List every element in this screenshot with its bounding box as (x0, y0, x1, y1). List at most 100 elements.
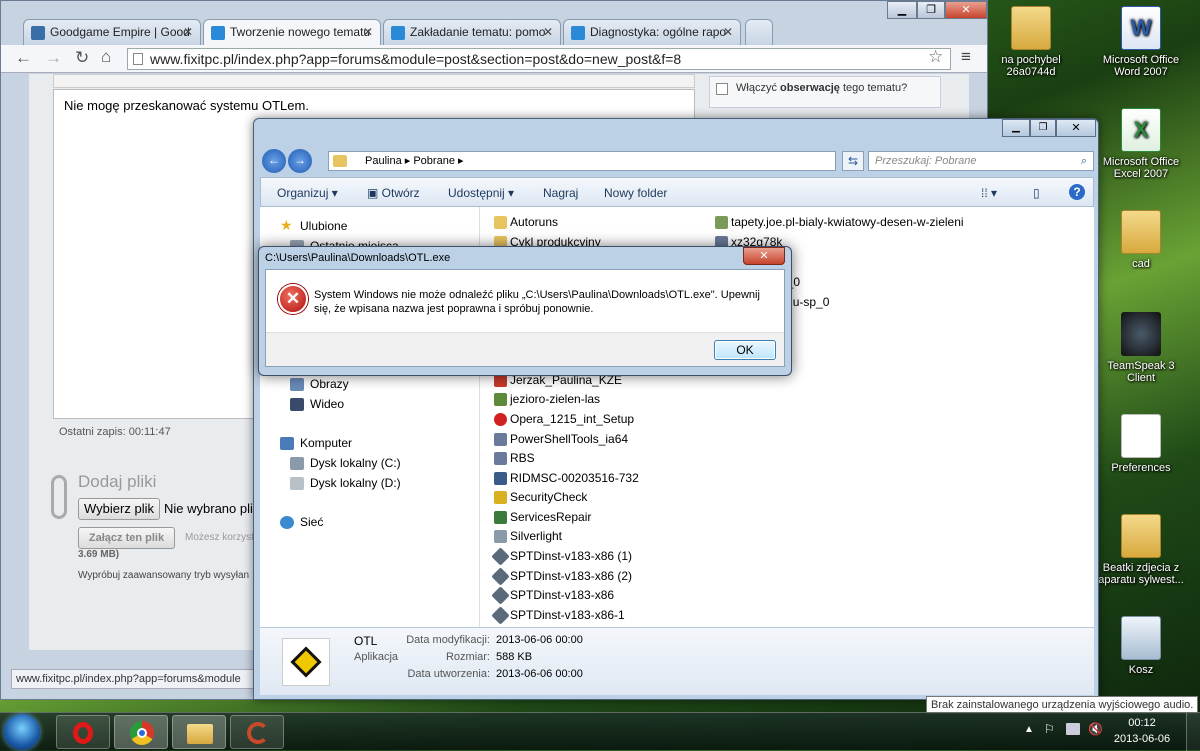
file-name: jezioro-zielen-las (510, 392, 601, 406)
back-icon[interactable]: ← (15, 48, 32, 68)
close-tab-icon[interactable]: ✕ (723, 20, 733, 45)
organize-menu[interactable]: Organizuj ▾ (277, 186, 338, 200)
command-label: Otwórz (381, 186, 420, 200)
nav-favorites[interactable]: ★ Ulubione (280, 217, 348, 233)
desktop-icon-folder-cad[interactable]: cad (1098, 210, 1184, 270)
nav-computer[interactable]: Komputer (280, 436, 352, 450)
breadcrumb[interactable]: Paulina ▸ Pobrane ▸ (328, 151, 836, 171)
back-button[interactable]: ← (262, 149, 286, 173)
list-item[interactable]: SPTDinst-v183-x86 (1) (491, 547, 632, 566)
tab-creating-topic[interactable]: Zakładanie tematu: pomo ✕ (383, 19, 561, 45)
address-bar[interactable]: www.fixitpc.pl/index.php?app=forums&modu… (127, 48, 951, 70)
tab-diagnostics[interactable]: Diagnostyka: ogólne rapo ✕ (563, 19, 741, 45)
tab-goodgame[interactable]: Goodgame Empire | Good ✕ (23, 19, 201, 45)
list-item[interactable]: RIDMSC-00203516-732 (494, 471, 639, 485)
show-desktop-button[interactable] (1186, 713, 1200, 751)
forward-button[interactable]: → (288, 149, 312, 173)
details-name: OTL (354, 634, 378, 648)
minimize-button[interactable]: ▁ (1002, 119, 1030, 137)
desktop-icon-teamspeak[interactable]: TeamSpeak 3 Client (1098, 312, 1184, 384)
list-item[interactable]: SecurityCheck (494, 490, 587, 504)
new-tab-button[interactable] (745, 19, 773, 45)
forward-icon[interactable]: → (45, 48, 62, 68)
dialog-close-button[interactable]: ✕ (743, 247, 785, 265)
tab-label: Diagnostyka: ogólne rapo (590, 25, 727, 39)
list-item[interactable]: tapety.joe.pl-bialy-kwiatowy-desen-w-zie… (715, 215, 964, 229)
minimize-button[interactable]: ▁ (887, 1, 917, 19)
list-item[interactable]: SPTDinst-v183-x86 (2) (491, 567, 632, 586)
recycle-bin-icon (1121, 616, 1161, 660)
can-use-text: Możesz korzyst (185, 532, 254, 543)
flag-icon[interactable]: ⚐ (1044, 722, 1055, 736)
preview-pane-icon[interactable]: ▯ (1033, 186, 1040, 200)
attach-file-button[interactable]: Załącz ten plik (78, 527, 175, 549)
taskbar-opera[interactable] (56, 715, 110, 749)
close-button[interactable]: ✕ (1056, 119, 1096, 137)
desktop-icon-excel[interactable]: X Microsoft Office Excel 2007 (1098, 108, 1184, 180)
list-item[interactable]: PowerShellTools_ia64 (494, 432, 628, 446)
nav-pictures[interactable]: Obrazy (290, 377, 349, 391)
reload-icon[interactable]: ↻ (75, 48, 89, 68)
start-button[interactable] (4, 714, 40, 750)
advanced-mode-link[interactable]: Wypróbuj zaawansowany tryb wysyłan (78, 570, 249, 581)
list-item[interactable]: SPTDinst-v183-x86-1 (491, 606, 625, 625)
maximize-button[interactable]: ❐ (1030, 119, 1056, 137)
refresh-icon[interactable]: ⇆ (842, 151, 864, 171)
tab-new-topic[interactable]: Tworzenie nowego tematu ✕ (203, 19, 381, 45)
network-icon (280, 516, 294, 529)
list-item[interactable]: Autoruns (494, 215, 558, 229)
burn-button[interactable]: Nagraj (543, 186, 578, 200)
file-name: Autoruns (510, 215, 559, 229)
desktop-icon-folder-beatki[interactable]: Beatki zdjecia z aparatu sylwest... (1098, 514, 1184, 586)
follow-checkbox[interactable] (716, 83, 728, 95)
desktop-icon-preferences[interactable]: Preferences (1098, 414, 1184, 474)
nav-videos[interactable]: Wideo (290, 397, 344, 411)
taskbar-otl[interactable] (230, 715, 284, 749)
help-icon[interactable]: ? (1069, 184, 1085, 200)
show-hidden-icons[interactable]: ▲ (1024, 724, 1034, 735)
desktop-icon-folder-na-pochybel[interactable]: na pochybel 26a0744d (988, 6, 1074, 78)
document-icon (1121, 414, 1161, 458)
share-menu[interactable]: Udostępnij ▾ (448, 186, 514, 200)
breadcrumb-item[interactable]: Pobrane (413, 155, 455, 167)
ok-button[interactable]: OK (714, 340, 776, 360)
taskbar: ▲ ⚐ 🔇 00:12 2013-06-06 (0, 712, 1200, 751)
volume-muted-icon[interactable]: 🔇 (1088, 722, 1103, 736)
view-options-icon[interactable]: ⁞⁞ ▾ (981, 186, 997, 200)
desktop-icon-word[interactable]: W Microsoft Office Word 2007 (1098, 6, 1184, 78)
menu-icon[interactable]: ≡ (961, 47, 971, 67)
nav-drive-d[interactable]: Dysk lokalny (D:) (290, 476, 401, 490)
list-item[interactable]: Silverlight (494, 529, 562, 543)
nav-drive-c[interactable]: Dysk lokalny (C:) (290, 456, 401, 470)
close-tab-icon[interactable]: ✕ (363, 20, 373, 45)
nav-label: Ulubione (300, 219, 348, 233)
new-folder-button[interactable]: Nowy folder (604, 186, 667, 200)
list-item[interactable]: RBS (494, 451, 535, 465)
open-button[interactable]: ▣ Otwórz (367, 186, 420, 200)
maximize-button[interactable]: ❐ (917, 1, 945, 19)
clock-time[interactable]: 00:12 (1112, 717, 1172, 729)
breadcrumb-item[interactable]: Paulina (365, 155, 402, 167)
close-tab-icon[interactable]: ✕ (183, 20, 193, 45)
choose-file-button[interactable]: Wybierz plik (78, 498, 160, 520)
list-item[interactable]: SPTDinst-v183-x86 (491, 586, 614, 605)
otl-taskbar-icon (247, 722, 269, 744)
size-limit-text: 3.69 MB) (78, 549, 120, 560)
bookmark-star-icon[interactable]: ☆ (928, 47, 943, 67)
search-placeholder: Przeszukaj: Pobrane (875, 155, 977, 167)
list-item[interactable]: Opera_1215_int_Setup (494, 412, 634, 426)
clock-date[interactable]: 2013-06-06 (1112, 733, 1172, 745)
follow-option[interactable]: Włączyć obserwację tego tematu? (709, 76, 941, 108)
home-icon[interactable]: ⌂ (101, 47, 111, 67)
network-tray-icon[interactable] (1066, 723, 1080, 735)
list-item[interactable]: jezioro-zielen-las (494, 392, 600, 406)
taskbar-chrome[interactable] (114, 715, 168, 749)
nav-network[interactable]: Sieć (280, 515, 323, 529)
desktop-icon-recycle-bin[interactable]: Kosz (1098, 616, 1184, 676)
taskbar-explorer[interactable] (172, 715, 226, 749)
close-button[interactable]: ✕ (945, 1, 987, 19)
list-item[interactable]: ServicesRepair (494, 510, 591, 524)
close-tab-icon[interactable]: ✕ (543, 20, 553, 45)
search-icon: ⌕ (1080, 155, 1087, 167)
search-input[interactable]: Przeszukaj: Pobrane ⌕ (868, 151, 1094, 171)
